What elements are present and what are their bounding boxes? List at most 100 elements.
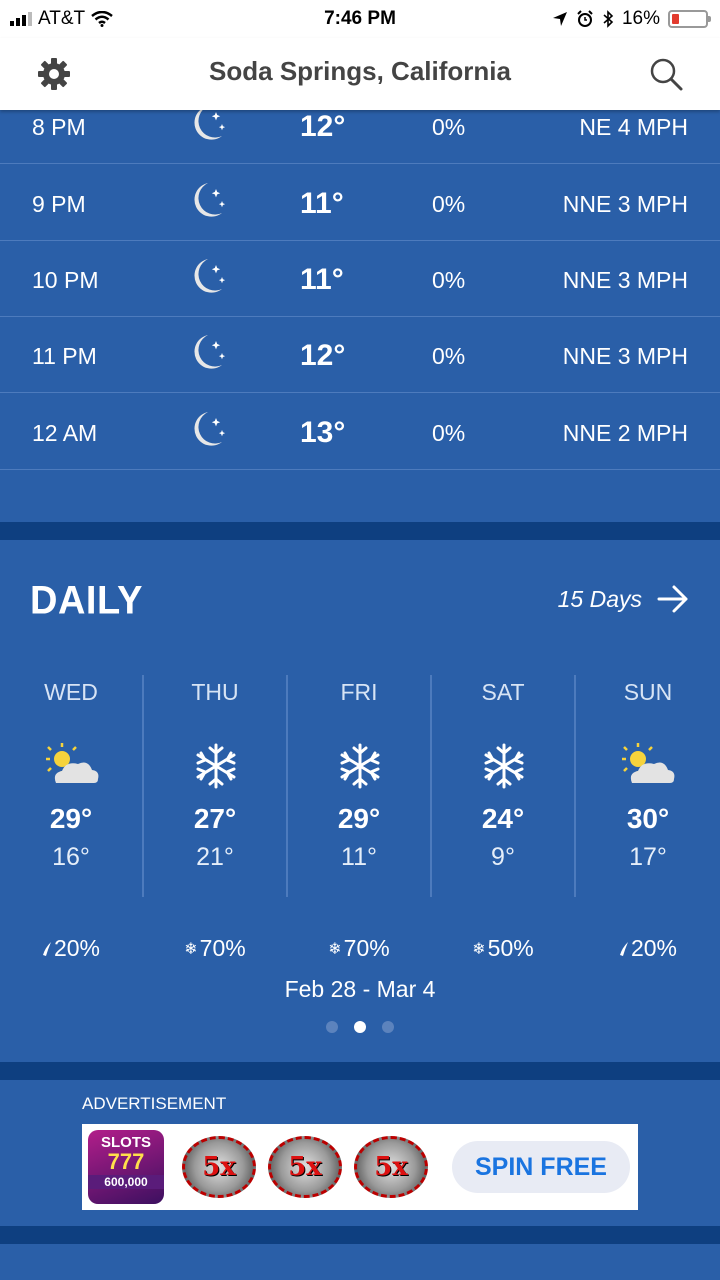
search-icon[interactable] <box>648 56 684 92</box>
day-high: 29° <box>337 803 381 834</box>
moon-stars-icon <box>194 110 226 140</box>
day-precip: 20% <box>0 935 142 962</box>
partly-sunny-icon <box>622 743 675 783</box>
partly-sunny-icon <box>46 743 99 783</box>
chip-label: 5x <box>288 1152 322 1182</box>
advertisement-label: ADVERTISEMENT <box>82 1094 227 1113</box>
location-arrow-icon <box>552 12 567 26</box>
snowflake-icon: ❄ <box>184 940 198 958</box>
slots-logo-coins: 600,000 <box>88 1175 164 1189</box>
moon-stars-icon <box>194 183 226 217</box>
hourly-row: 8 PM 12° 0% NE 4 MPH <box>0 110 720 164</box>
daily-heading: DAILY <box>30 578 144 624</box>
moon-stars-icon <box>194 412 226 446</box>
snowflake-icon: ❄ <box>328 940 342 958</box>
ad-banner[interactable]: SLOTS 777 600,000 5x 5x 5x SPIN FREE <box>82 1124 638 1210</box>
day-low: 16° <box>52 843 90 871</box>
battery-icon <box>668 10 711 28</box>
hour-precip: 0% <box>432 191 466 217</box>
hour-wind: NE 4 MPH <box>579 114 688 140</box>
moon-stars-icon <box>194 335 226 369</box>
daily-forecast: DAILY 15 Days WED 29° 16° 20% THU 27° 21… <box>0 540 720 1062</box>
hour-precip: 0% <box>432 343 466 369</box>
day-card-fri[interactable]: FRI 29° 11° ❄ 70% <box>288 675 432 961</box>
day-precip: ❄ 70% <box>288 935 430 962</box>
hourly-row: 10 PM 11° 0% NNE 3 MPH <box>0 241 720 317</box>
day-card-sat[interactable]: SAT 24° 9° ❄ 50% <box>432 675 576 961</box>
hourly-row: 9 PM 11° 0% NNE 3 MPH <box>0 165 720 241</box>
hour-time: 10 PM <box>32 267 99 293</box>
alarm-icon <box>577 10 593 27</box>
day-low: 11° <box>341 843 377 871</box>
section-divider <box>0 522 720 540</box>
day-high: 30° <box>626 803 670 834</box>
arrow-right-icon <box>657 585 688 613</box>
day-card-thu[interactable]: THU 27° 21° ❄ 70% <box>144 675 288 961</box>
day-precip: 20% <box>576 935 720 962</box>
status-bar: AT&T 7:46 PM 16% <box>0 0 720 38</box>
slots-logo: SLOTS 777 600,000 <box>88 1130 164 1204</box>
day-precip: ❄ 50% <box>432 935 574 962</box>
day-name: SAT <box>481 679 525 705</box>
moon-stars-icon <box>194 259 226 293</box>
hour-temp: 11° <box>300 187 344 220</box>
day-name: SUN <box>623 679 673 705</box>
day-card-sun[interactable]: SUN 30° 17° 20% <box>576 675 720 961</box>
day-low: 9° <box>491 843 515 871</box>
day-name: FRI <box>340 679 378 705</box>
day-precip-value: 70% <box>199 935 246 961</box>
raindrop-icon <box>619 941 628 956</box>
chip-label: 5x <box>202 1152 236 1182</box>
hour-time: 9 PM <box>32 191 86 217</box>
snowflake-icon <box>196 743 236 789</box>
day-high: 27° <box>193 803 237 834</box>
section-divider <box>0 1226 720 1244</box>
fifteen-days-link[interactable]: 15 Days <box>558 584 690 614</box>
hour-temp: 11° <box>300 263 344 296</box>
bluetooth-icon <box>603 10 614 28</box>
casino-chip-icon: 5x <box>354 1136 428 1198</box>
snowflake-icon <box>340 743 380 789</box>
hour-temp: 13° <box>300 416 346 449</box>
hour-wind: NNE 2 MPH <box>562 420 688 446</box>
snowflake-icon <box>484 743 524 789</box>
page-dot-active[interactable] <box>354 1021 366 1033</box>
chip-label: 5x <box>374 1152 408 1182</box>
hour-precip: 0% <box>432 267 466 293</box>
day-precip-value: 70% <box>343 935 390 961</box>
hourly-row: 11 PM 12° 0% NNE 3 MPH <box>0 317 720 393</box>
spin-free-button[interactable]: SPIN FREE <box>452 1141 630 1193</box>
hour-wind: NNE 3 MPH <box>562 191 688 217</box>
section-divider <box>0 1062 720 1080</box>
hour-precip: 0% <box>432 420 466 446</box>
advertisement-section: ADVERTISEMENT SLOTS 777 600,000 5x 5x 5x… <box>0 1080 720 1226</box>
hour-wind: NNE 3 MPH <box>562 343 688 369</box>
bottom-filler <box>0 1244 720 1280</box>
app-header: Soda Springs, California <box>0 38 720 110</box>
casino-chip-icon: 5x <box>268 1136 342 1198</box>
hour-temp: 12° <box>300 110 346 143</box>
hour-wind: NNE 3 MPH <box>562 267 688 293</box>
day-high: 24° <box>481 803 525 834</box>
page-indicator[interactable] <box>0 1021 720 1033</box>
day-precip-value: 20% <box>53 935 101 961</box>
date-range: Feb 28 - Mar 4 <box>284 976 436 1002</box>
hour-temp: 12° <box>300 339 346 372</box>
day-precip: ❄ 70% <box>144 935 286 962</box>
day-low: 17° <box>629 843 667 871</box>
location-title: Soda Springs, California <box>209 56 511 86</box>
hour-time: 12 AM <box>32 420 98 446</box>
hour-time: 11 PM <box>32 343 97 369</box>
day-precip-value: 20% <box>630 935 678 961</box>
fifteen-days-label: 15 Days <box>557 585 642 612</box>
page-dot[interactable] <box>326 1021 338 1033</box>
hour-precip: 0% <box>432 114 466 140</box>
hour-time: 8 PM <box>32 114 86 140</box>
day-name: THU <box>191 679 239 705</box>
page-dot[interactable] <box>382 1021 394 1033</box>
hourly-forecast: 8 PM 12° 0% NE 4 MPH 9 PM 11° 0% NNE 3 M… <box>0 110 720 522</box>
day-name: WED <box>44 679 98 705</box>
day-card-wed[interactable]: WED 29° 16° 20% <box>0 675 144 961</box>
raindrop-icon <box>42 941 51 956</box>
hourly-row: 12 AM 13° 0% NNE 2 MPH <box>0 394 720 470</box>
